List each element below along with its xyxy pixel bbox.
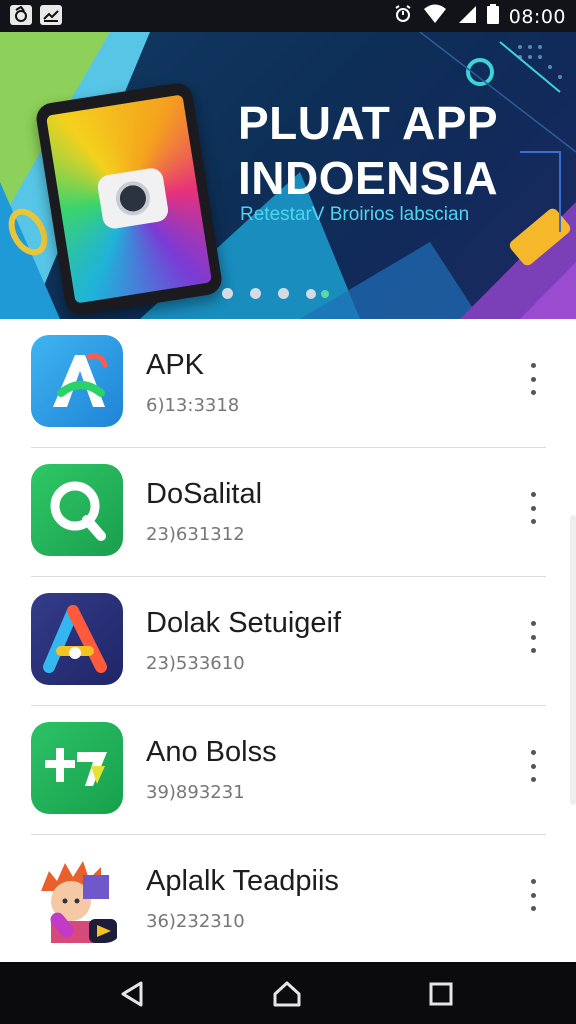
status-notifications xyxy=(10,5,62,25)
alarm-icon xyxy=(393,4,413,29)
app-notification-icon xyxy=(10,5,32,25)
list-item[interactable]: Aplalk Teadpiis 36)232310 xyxy=(0,835,576,964)
battery-icon xyxy=(486,4,499,29)
screenshot-notification-icon xyxy=(40,5,62,25)
app-name: APK xyxy=(146,349,205,381)
status-bar: 08:00 xyxy=(0,0,576,32)
overflow-menu-icon[interactable] xyxy=(524,621,542,653)
app-meta: 23)631312 xyxy=(146,524,245,545)
app-name: Dolak Setuigeif xyxy=(146,607,342,639)
app-meta: 6)13:3318 xyxy=(146,395,240,416)
carousel-dot-1[interactable] xyxy=(222,288,233,299)
promo-banner[interactable]: PLUAT APP INDOENSIA RetestarV Broirios l… xyxy=(0,32,576,319)
carousel-dot-4[interactable] xyxy=(306,288,316,299)
app-name: Ano Bolss xyxy=(146,736,277,768)
banner-title-line1: PLUAT APP xyxy=(238,97,499,149)
scrollbar[interactable] xyxy=(570,515,576,805)
apk-a-icon xyxy=(31,335,123,427)
phone-illustration xyxy=(34,80,224,318)
tv-letters-icon xyxy=(31,722,123,814)
search-q-icon xyxy=(31,464,123,556)
overflow-menu-icon[interactable] xyxy=(524,750,542,782)
wifi-icon xyxy=(423,4,447,29)
phone-screen xyxy=(45,94,213,304)
status-system: 08:00 xyxy=(393,4,566,29)
list-item[interactable]: APK 6)13:3318 xyxy=(0,319,576,448)
banner-subtitle: RetestarV Broirios labscian xyxy=(240,204,470,225)
banner-title-line2: INDOENSIA xyxy=(238,152,499,204)
app-name: Aplalk Teadpiis xyxy=(146,865,339,897)
home-icon[interactable] xyxy=(271,978,303,1010)
carousel-dot-2[interactable] xyxy=(250,288,261,299)
list-item[interactable]: DoSalital 23)631312 xyxy=(0,448,576,577)
carousel-dot-active[interactable] xyxy=(321,289,329,298)
back-icon[interactable] xyxy=(116,978,148,1010)
overflow-menu-icon[interactable] xyxy=(524,879,542,911)
clock: 08:00 xyxy=(508,5,566,28)
carousel-dot-3[interactable] xyxy=(278,288,289,299)
app-meta: 39)893231 xyxy=(146,782,245,803)
overflow-menu-icon[interactable] xyxy=(524,363,542,395)
character-avatar-icon xyxy=(31,851,123,943)
app-meta: 36)232310 xyxy=(146,911,245,932)
signal-icon xyxy=(457,4,477,29)
banner-title: PLUAT APP INDOENSIA xyxy=(238,96,498,206)
app-meta: 23)533610 xyxy=(146,653,245,674)
list-item[interactable]: Ano Bolss 39)893231 xyxy=(0,706,576,835)
carousel-indicator[interactable] xyxy=(222,288,329,299)
triangle-a-icon xyxy=(31,593,123,685)
recents-icon[interactable] xyxy=(425,978,457,1010)
overflow-menu-icon[interactable] xyxy=(524,492,542,524)
camera-icon xyxy=(96,166,170,231)
list-item[interactable]: Dolak Setuigeif 23)533610 xyxy=(0,577,576,706)
app-name: DoSalital xyxy=(146,478,263,510)
navigation-bar xyxy=(0,962,576,1024)
